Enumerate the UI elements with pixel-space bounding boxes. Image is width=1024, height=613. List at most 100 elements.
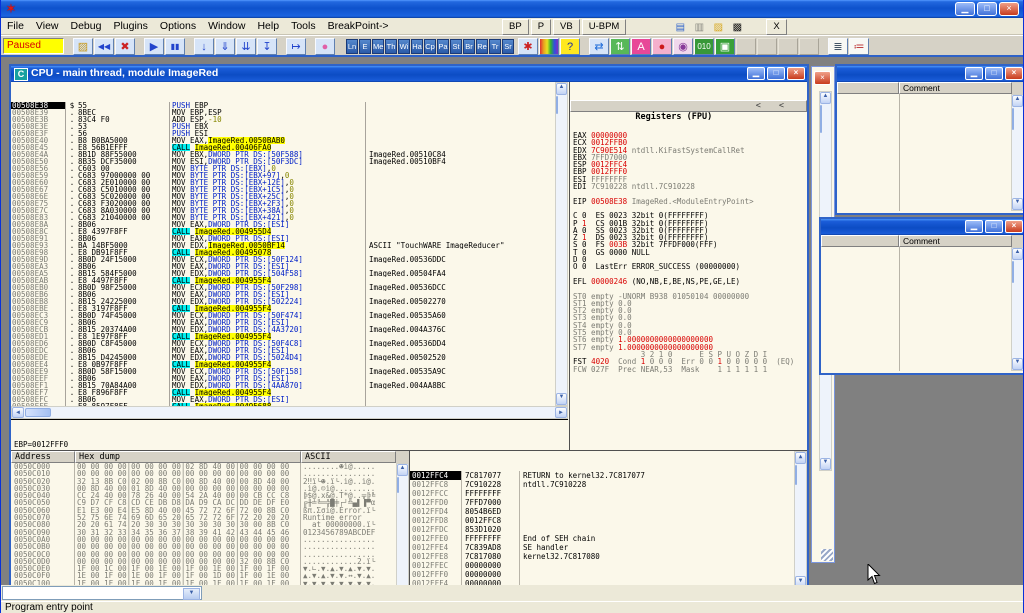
column-header-blank[interactable] (821, 235, 899, 247)
disasm-row[interactable]: 00508E91.8B06MOV EAX,DWORD PTR DS:[ESI] (11, 235, 555, 242)
disasm-row[interactable]: 00508EBE.E8 3197F8FFCALL ImageRed.004955… (11, 305, 555, 312)
dump-header-address[interactable]: Address (11, 451, 75, 463)
dump-row[interactable]: 0050C0B000 00 00 00|00 00 00 00|00 00 00… (11, 543, 409, 550)
record-dot-button[interactable]: ● (652, 38, 672, 55)
stack-row[interactable]: 0012FFE0FFFFFFFFEnd of SEH chain (410, 534, 807, 543)
dump-row[interactable]: 0050C02032 13 8B C0|02 00 8B C0|00 8D 40… (11, 478, 409, 485)
toolbar-me-button[interactable]: Me (372, 39, 384, 54)
register-line[interactable]: EDI 7C910228 ntdll.7C910228 (573, 183, 807, 190)
toolbar-ha-button[interactable]: Ha (411, 39, 423, 54)
stack-row[interactable]: 0012FFF000000000 (410, 570, 807, 579)
disasm-row[interactable]: 00508EA5.8B15 584F5000MOV EDX,DWORD PTR … (11, 270, 555, 277)
disasm-row[interactable]: 00508E3B.83C4 F0ADD ESP,-10 (11, 116, 555, 123)
dump-row[interactable]: 0050C0D000 00 00 00|00 00 00 00|00 00 00… (11, 558, 409, 565)
menu-button-p[interactable]: P (531, 19, 551, 35)
dump-row[interactable]: 0050C03000 8D 40 00|01 8D 40 00|00 00 00… (11, 485, 409, 492)
dump-header-ascii[interactable]: ASCII (301, 451, 396, 463)
info-pane[interactable]: EBP=0012FFF0 (11, 419, 568, 450)
disasm-row[interactable]: 00508E93.BA 14BF5000MOV EDX,ImageRed.005… (11, 242, 555, 249)
menu-file[interactable]: File (1, 18, 30, 34)
swap-panes-button[interactable]: ⇄ (589, 38, 609, 55)
disasm-row[interactable]: 00508E6E.C683 5C020000 00MOV BYTE PTR DS… (11, 193, 555, 200)
dump-row[interactable]: 0050C07052 75 6E 74|69 6D 65 20|65 72 72… (11, 514, 409, 521)
list-view-2-button[interactable]: ≔ (849, 38, 869, 55)
dump-vertical-scrollbar[interactable]: ▲ (396, 463, 409, 585)
scroll-down-icon[interactable]: ▼ (556, 393, 567, 405)
cpu-window-title-bar[interactable]: CCPU - main thread, module ImageRed ▁ □ … (11, 66, 807, 82)
disasm-row[interactable]: 00508EA3.8B06MOV EAX,DWORD PTR DS:[ESI] (11, 263, 555, 270)
toolbar-re-button[interactable]: Re (476, 39, 488, 54)
minimize-button[interactable]: ▁ (965, 220, 983, 233)
toolbar-br-button[interactable]: Br (463, 39, 475, 54)
list-view-1-button[interactable]: ≣ (828, 38, 848, 55)
disasm-row[interactable]: 00508EDC.8B06MOV EAX,DWORD PTR DS:[ESI] (11, 347, 555, 354)
menu-button-bp[interactable]: BP (502, 19, 529, 35)
toolbar-e-button[interactable]: E (359, 39, 371, 54)
stack-row[interactable]: 0012FFD80012FFC8 (410, 516, 807, 525)
column-header-blank[interactable] (837, 82, 899, 94)
minimize-button[interactable]: ▁ (965, 67, 983, 80)
stack-row[interactable]: 0012FFC47C817077RETURN to kernel32.7C817… (410, 471, 807, 480)
disasm-row[interactable]: 00508EB0.8B0D 98F25000MOV ECX,DWORD PTR … (11, 284, 555, 291)
scroll-up-icon[interactable]: ▲ (1012, 95, 1023, 107)
scroll-up-icon[interactable]: ▲ (556, 83, 567, 95)
disasm-row[interactable]: 00508E83.C683 21040000 00MOV BYTE PTR DS… (11, 214, 555, 221)
trace-over-button[interactable]: ↧ (257, 38, 277, 55)
disasm-row[interactable]: 00508EEF.8B06MOV EAX,DWORD PTR DS:[ESI] (11, 375, 555, 382)
menu-tools[interactable]: Tools (285, 18, 322, 34)
disasm-row[interactable]: 00508E3F.56PUSH ESI (11, 130, 555, 137)
disasm-row[interactable]: 00508E75.C683 F3020000 00MOV BYTE PTR DS… (11, 200, 555, 207)
menu-button-ubpm[interactable]: U-BPM (582, 19, 627, 35)
maximize-button[interactable]: □ (985, 220, 1003, 233)
disasm-row[interactable]: 00508EFC.8B06MOV EAX,DWORD PTR DS:[ESI] (11, 396, 555, 403)
disasm-row[interactable]: 00508E59.C683 97000000 00MOV BYTE PTR DS… (11, 172, 555, 179)
disasm-row[interactable]: 00508E4A.8B1D 88F55000MOV EBX,DWORD PTR … (11, 151, 555, 158)
registers-pane[interactable]: Registers (FPU) << EAX 00000000ECX 0012F… (569, 82, 807, 450)
dump-row[interactable]: 0050C00000 00 00 00|00 00 00 00|02 8D 40… (11, 463, 409, 470)
stack-row[interactable]: 0012FFE47C839AD8SE handler (410, 543, 807, 552)
toolbar-th-button[interactable]: Th (385, 39, 397, 54)
disasm-row[interactable]: 00508EB8.8B15 24225000MOV EDX,DWORD PTR … (11, 298, 555, 305)
scroll-down-icon[interactable]: ▼ (1012, 198, 1023, 210)
toolbar-wi-button[interactable]: Wi (398, 39, 410, 54)
close-button[interactable]: × (1005, 67, 1023, 80)
dump-row[interactable]: 0050C060E1 E3 00 E4|E5 8D 40 00|45 72 72… (11, 507, 409, 514)
disasm-row[interactable]: 00508E45.E8 56B1EFFFCALL ImageRed.00406F… (11, 144, 555, 151)
resize-updown-button[interactable]: ⇅ (610, 38, 630, 55)
dump-row[interactable]: 0050C040CC 24 40 00|78 26 40 00|54 2A 40… (11, 492, 409, 499)
run-button[interactable]: ▶ (144, 38, 164, 55)
stack-row[interactable]: 0012FFDC853D1020 (410, 525, 807, 534)
dump-row[interactable]: 0050C0C000 00 00 00|00 00 00 00|00 00 00… (11, 551, 409, 558)
stack-row[interactable]: 0012FFD48054B6ED (410, 507, 807, 516)
disasm-row[interactable]: 00508ECB.8B15 20374A00MOV EDX,DWORD PTR … (11, 326, 555, 333)
close-button[interactable]: × (999, 2, 1019, 16)
trace-into-button[interactable]: ⇊ (236, 38, 256, 55)
blank-3-button[interactable] (778, 38, 798, 55)
stack-row[interactable]: 0012FFE87C817080kernel32.7C817080 (410, 552, 807, 561)
disasm-row[interactable]: 00508ED6.8B0D C8F45000MOV ECX,DWORD PTR … (11, 340, 555, 347)
execute-till-return-button[interactable]: ↦ (286, 38, 306, 55)
side-window-middle-title-bar[interactable]: ▁ □ × (821, 219, 1023, 235)
disasm-row[interactable]: 00508E40.B8 B0BA5000MOV EAX,ImageRed.005… (11, 137, 555, 144)
stack-vertical-scrollbar[interactable]: ▲ ▼ (794, 451, 807, 585)
disasm-row[interactable]: 00508E56.C603 00MOV BYTE PTR DS:[EBX],0 (11, 165, 555, 172)
disasm-row[interactable]: 00508EE4.E8 0B97F8FFCALL ImageRed.004955… (11, 361, 555, 368)
scroll-up-icon[interactable]: ▲ (820, 92, 831, 104)
toolbar-sr-button[interactable]: Sr (502, 39, 514, 54)
console-icon[interactable]: ▩ (729, 21, 745, 34)
appearance-rainbow-button[interactable] (539, 38, 559, 55)
log-doc-icon[interactable]: ▤ (672, 21, 688, 34)
blank-1-button[interactable] (736, 38, 756, 55)
step-into-button[interactable]: ↓ (194, 38, 214, 55)
blank-2-button[interactable] (757, 38, 777, 55)
disasm-row[interactable]: 00508E60.C683 2E010000 00MOV BYTE PTR DS… (11, 179, 555, 186)
disasm-vertical-scrollbar[interactable]: ▲ ▼ (555, 82, 568, 406)
stack-pane[interactable]: 0012FFC47C817077RETURN to kernel32.7C817… (409, 450, 807, 585)
notes-doc-icon[interactable]: ▥ (691, 21, 707, 34)
blank-4-button[interactable] (799, 38, 819, 55)
toolbar-ln-button[interactable]: Ln (346, 39, 358, 54)
go-back-button[interactable]: ◀◀ (94, 38, 114, 55)
toolbar-st-button[interactable]: St (450, 39, 462, 54)
background-window-close-button[interactable]: × (814, 71, 831, 85)
disasm-row[interactable]: 00508E50.8B35 DCF35000MOV ESI,DWORD PTR … (11, 158, 555, 165)
